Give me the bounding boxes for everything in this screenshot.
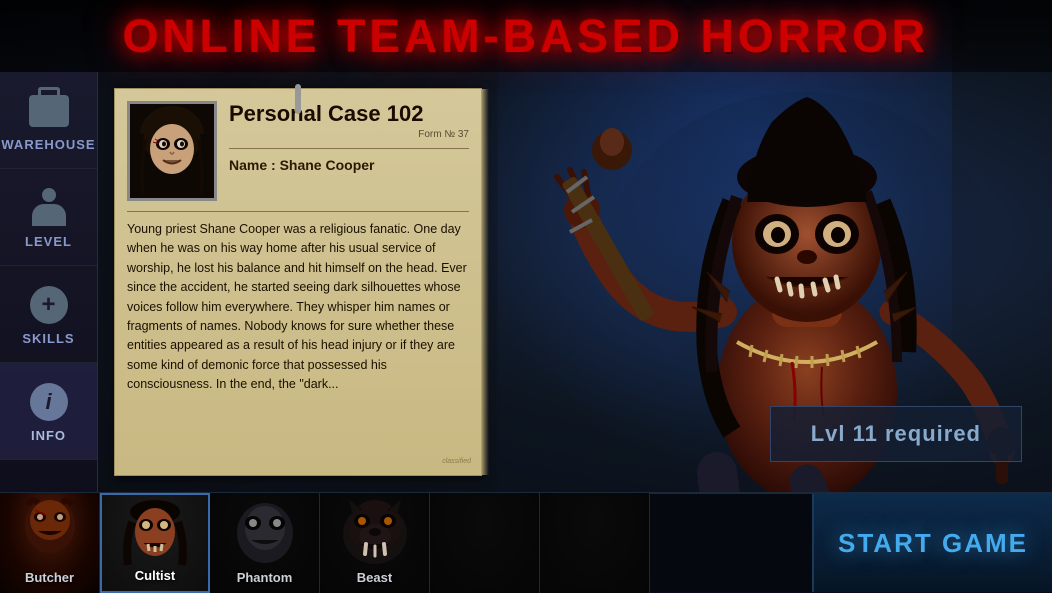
empty2-bg [540,493,649,593]
skills-icon [27,283,71,327]
bottom-bar: Butcher Culti [0,492,1052,592]
character-photo [127,101,217,201]
divider-2 [127,211,469,212]
main-content: Personal Case 102 Form № 37 Name : Shane… [98,72,1052,492]
character-card-container: Personal Case 102 Form № 37 Name : Shane… [98,72,498,492]
beast-face-svg [330,496,420,568]
case-name: Name : Shane Cooper [229,157,469,173]
main-title: ONLINE TEAM-BASED HORROR [123,9,929,63]
thumb-butcher[interactable]: Butcher [0,493,100,593]
case-description: Young priest Shane Cooper was a religiou… [127,220,469,394]
case-file: Personal Case 102 Form № 37 Name : Shane… [114,88,482,476]
butcher-face-svg [10,495,90,565]
title-bar: ONLINE TEAM-BASED HORROR [0,0,1052,72]
photo-face [130,104,214,198]
sidebar-label-level: Level [25,234,72,249]
sidebar-label-warehouse: Warehouse [1,137,95,152]
monster-area: Lvl 11 required [498,72,1052,492]
thumb-phantom[interactable]: Phantom [210,493,320,593]
sidebar-item-skills[interactable]: Skills [0,266,97,363]
thumb-empty-1 [430,493,540,593]
cultist-face-svg [110,497,200,569]
thumb-beast[interactable]: Beast [320,493,430,593]
character-thumbnails: Butcher Culti [0,493,812,593]
sidebar-item-info[interactable]: i Info [0,363,97,460]
info-icon: i [27,380,71,424]
phantom-face-svg [221,498,309,568]
case-header: Personal Case 102 Form № 37 Name : Shane… [127,101,469,201]
sidebar-label-info: Info [31,428,66,443]
level-icon [27,186,71,230]
start-game-text: START GAME [838,528,1028,559]
thumb-label-beast: Beast [357,570,392,585]
thumb-label-butcher: Butcher [25,570,74,585]
sidebar-item-level[interactable]: Level [0,169,97,266]
warehouse-icon [27,89,71,133]
thumb-cultist[interactable]: Cultist [100,493,210,593]
thumb-label-cultist: Cultist [135,568,175,583]
empty1-bg [430,493,539,593]
form-label: Form № 37 [229,129,469,140]
level-required-banner: Lvl 11 required [770,406,1022,462]
start-game-button[interactable]: START GAME [812,494,1052,592]
case-number: Personal Case 102 [229,101,469,127]
case-title-area: Personal Case 102 Form № 37 Name : Shane… [229,101,469,173]
sidebar-item-warehouse[interactable]: Warehouse [0,72,97,169]
thumb-label-phantom: Phantom [237,570,293,585]
character-face-svg [130,104,214,198]
sidebar: Warehouse Level Skills i Info [0,72,98,522]
divider [229,148,469,149]
paperclip [295,84,301,114]
sidebar-label-skills: Skills [22,331,74,346]
thumb-empty-2 [540,493,650,593]
level-required-text: Lvl 11 required [811,421,981,446]
